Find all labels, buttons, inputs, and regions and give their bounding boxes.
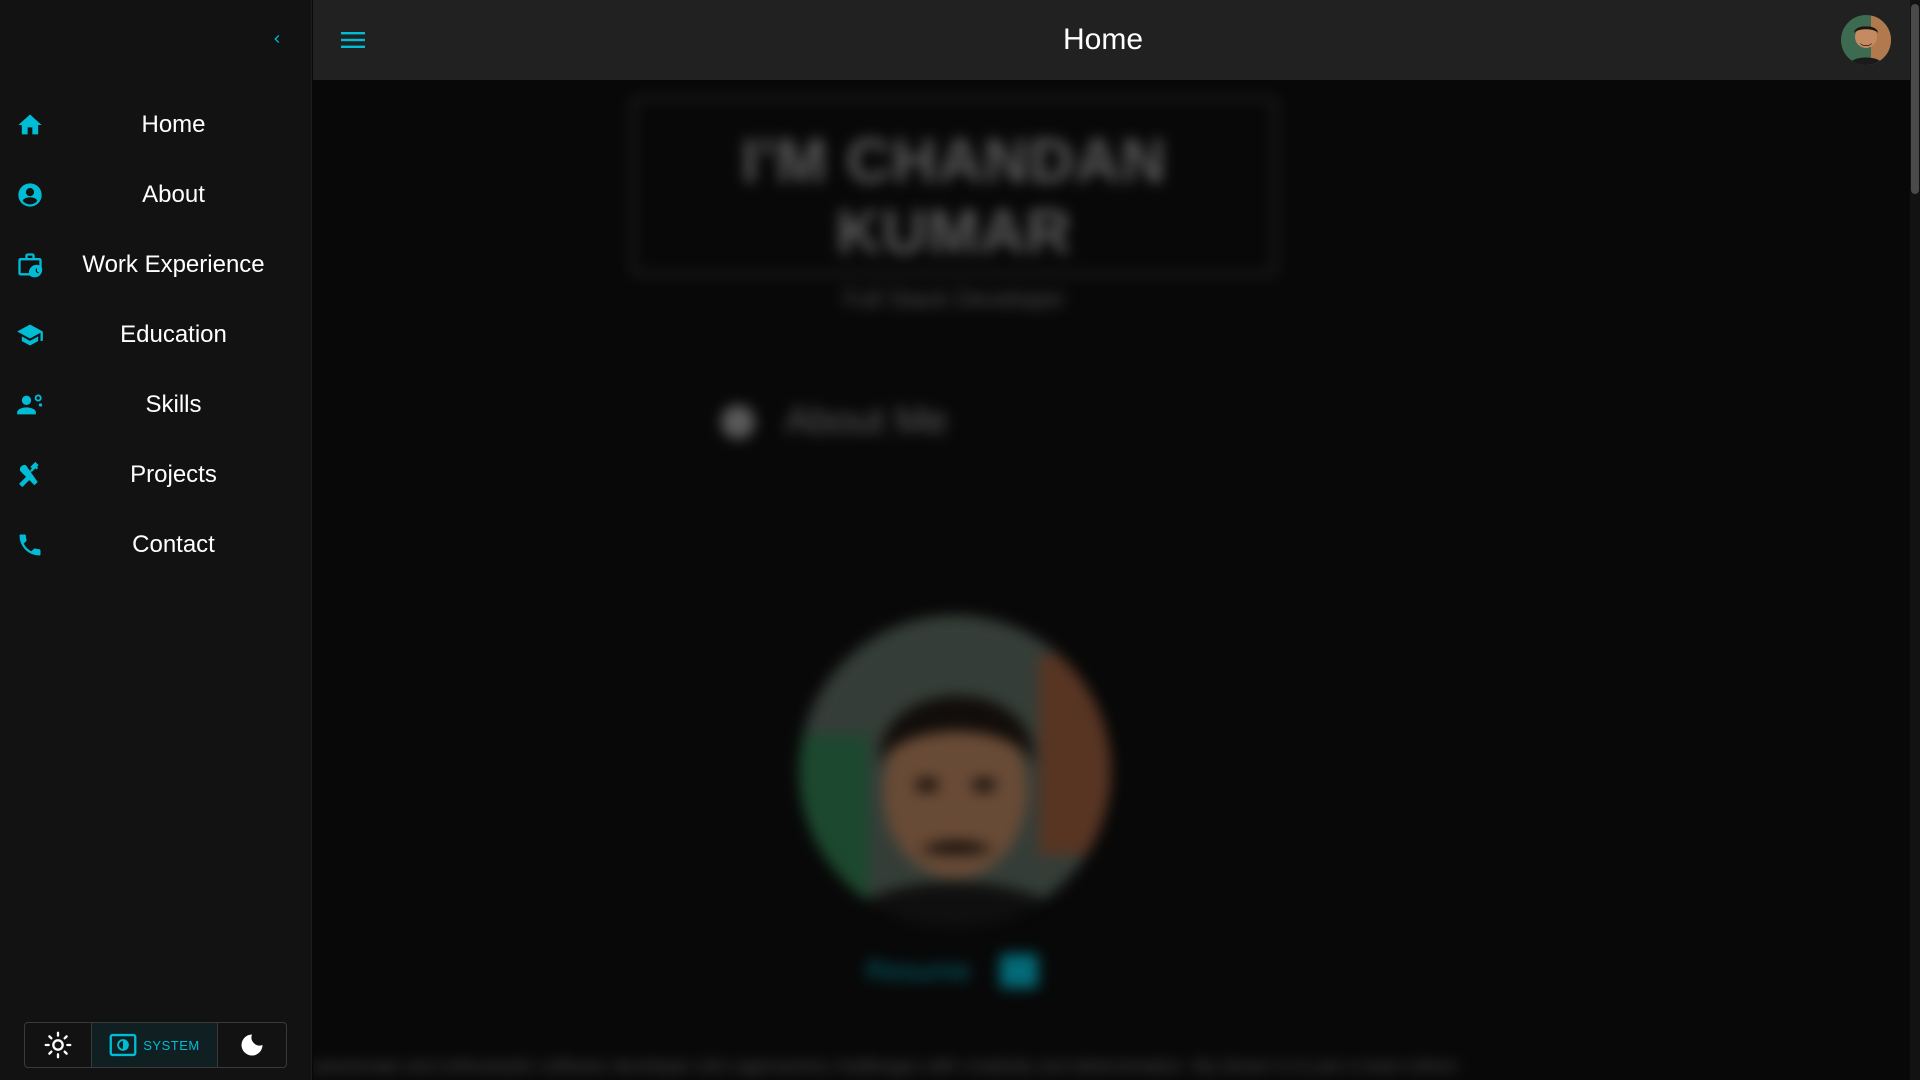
- sidebar-item-label: Contact: [132, 531, 215, 558]
- profile-photo: [799, 615, 1111, 927]
- sidebar-item-skills[interactable]: Skills: [0, 370, 312, 440]
- sidebar-item-label: Education: [120, 321, 227, 348]
- download-icon: [1000, 954, 1039, 988]
- sidebar-item-label: Projects: [130, 461, 217, 488]
- sidebar-item-contact[interactable]: Contact: [0, 510, 312, 580]
- bio-text: passionate and enthusiastic software dev…: [313, 1056, 1458, 1076]
- sidebar-item-label: Home: [141, 111, 206, 138]
- profile-photo-image: [799, 615, 1111, 927]
- sidebar-item-about[interactable]: About: [0, 160, 312, 230]
- main-content: I'M CHANDAN KUMAR Full Stack Developer A…: [313, 80, 1910, 1080]
- system-mode-label: SYSTEM: [143, 1037, 200, 1053]
- engineering-icon: [16, 391, 44, 419]
- moon-icon: [241, 1034, 263, 1056]
- resume-label: Resume: [866, 955, 971, 986]
- sidebar-item-work-experience[interactable]: Work Experience: [0, 230, 312, 300]
- dark-mode-button[interactable]: [218, 1023, 286, 1067]
- account-circle-icon: [16, 181, 44, 209]
- user-photo-icon: [1841, 15, 1891, 65]
- school-icon: [16, 321, 44, 349]
- light-mode-button[interactable]: [25, 1023, 93, 1067]
- collapse-sidebar-button[interactable]: [262, 24, 292, 54]
- app-root: Home About Work Experience Education Ski…: [0, 0, 1920, 1080]
- sidebar-item-label: Skills: [145, 391, 202, 418]
- page-title: Home: [1062, 23, 1144, 56]
- sidebar-item-home[interactable]: Home: [0, 90, 312, 160]
- work-history-icon: [16, 251, 44, 279]
- hero-name: I'M CHANDAN KUMAR: [741, 127, 1167, 267]
- avatar[interactable]: [1841, 15, 1891, 65]
- home-icon: [16, 111, 44, 139]
- sidebar-item-label: Work Experience: [82, 251, 265, 278]
- blurred-backdrop: I'M CHANDAN KUMAR Full Stack Developer A…: [313, 80, 1910, 1080]
- about-heading-label: About Me: [785, 400, 948, 442]
- sidebar-item-projects[interactable]: Projects: [0, 440, 312, 510]
- sidebar-item-education[interactable]: Education: [0, 300, 312, 370]
- page-scrollbar[interactable]: [1910, 0, 1920, 1080]
- info-icon: [721, 404, 755, 439]
- scrollbar-thumb[interactable]: [1911, 4, 1919, 194]
- app-header: Home: [313, 0, 1920, 80]
- hero-card: I'M CHANDAN KUMAR Full Stack Developer: [631, 96, 1277, 313]
- sun-icon: [44, 1031, 72, 1059]
- sidebar: Home About Work Experience Education Ski…: [0, 0, 312, 1080]
- theme-toggle-group: SYSTEM: [24, 1022, 287, 1068]
- system-mode-button[interactable]: SYSTEM: [92, 1023, 218, 1067]
- resume-link[interactable]: Resume: [866, 954, 1039, 988]
- sidebar-item-label: About: [142, 181, 205, 208]
- build-icon: [16, 461, 44, 489]
- settings-brightness-icon: [109, 1033, 137, 1057]
- chevron-left-icon: [274, 35, 280, 43]
- about-heading: About Me: [721, 400, 948, 443]
- sidebar-nav: Home About Work Experience Education Ski…: [0, 90, 312, 580]
- hero-role: Full Stack Developer: [843, 286, 1065, 313]
- phone-icon: [16, 531, 44, 559]
